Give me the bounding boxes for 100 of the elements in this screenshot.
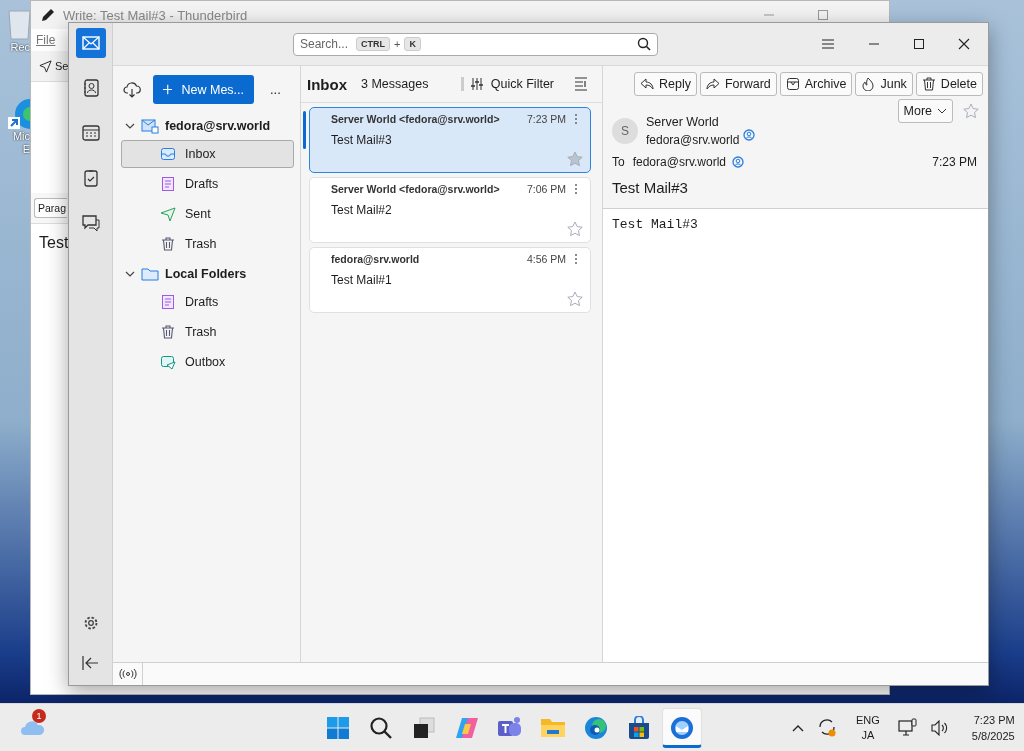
paper-plane-icon — [160, 206, 176, 222]
thunderbird-taskbar-button[interactable] — [662, 708, 702, 748]
chevron-up-icon[interactable] — [792, 723, 804, 732]
contact-icon[interactable] — [732, 156, 744, 168]
trash-icon — [921, 77, 936, 91]
junk-button[interactable]: Junk — [855, 72, 913, 96]
weather-cloud-icon[interactable] — [20, 718, 46, 736]
folder-item[interactable]: Inbox — [121, 140, 294, 168]
maximize-icon[interactable] — [913, 38, 925, 50]
star-icon[interactable] — [963, 103, 979, 119]
message-sender: fedora@srv.world — [331, 253, 420, 265]
input-language-indicator[interactable]: ENG JA — [856, 714, 880, 741]
search-icon — [369, 716, 393, 740]
paragraph-format-select[interactable]: Parag — [34, 198, 68, 218]
forward-button[interactable]: Forward — [699, 72, 777, 96]
message-body-text: Test — [38, 233, 70, 253]
reply-arrow-icon — [639, 77, 654, 91]
edge-shortcut-icon[interactable] — [8, 97, 30, 129]
send-button[interactable]: Se — [55, 60, 69, 72]
trash-icon — [160, 236, 176, 252]
message-body-text: Test Mail#3 — [612, 217, 698, 232]
message-sender: Server World <fedora@srv.world> — [331, 113, 500, 125]
flame-icon — [861, 77, 876, 91]
folder-icon — [540, 717, 566, 739]
close-icon[interactable] — [958, 38, 970, 50]
menu-item[interactable]: File — [31, 29, 61, 51]
star-icon[interactable] — [567, 291, 583, 307]
archive-button[interactable]: Archive — [779, 72, 853, 96]
sender-name: Server World — [646, 115, 720, 129]
copilot-icon — [454, 716, 480, 740]
new-message-button[interactable]: New Mes... — [153, 75, 254, 104]
clock[interactable]: 7:23 PM 5/8/2025 — [971, 713, 1015, 742]
shopping-bag-icon — [627, 716, 651, 740]
folder-item[interactable]: Drafts — [121, 288, 294, 316]
mail-space-button[interactable] — [75, 28, 106, 58]
search-field[interactable]: Search... CTRL + K — [293, 32, 658, 56]
message-subject: Test Mail#3 — [612, 179, 688, 196]
more-icon[interactable] — [574, 253, 578, 265]
message-subject: Test Mail#1 — [331, 273, 392, 287]
folder-item[interactable]: Trash — [121, 230, 294, 258]
account-name[interactable]: fedora@srv.world — [165, 119, 271, 133]
message-count: 3 Messages — [361, 77, 429, 91]
account-icon — [141, 118, 159, 134]
more-icon[interactable] — [574, 183, 578, 195]
message-date: 7:23 PM — [932, 155, 977, 169]
message-card[interactable]: Server World <fedora@srv.world> 7:06 PM Test Mail#2 — [309, 177, 591, 243]
browser-icon — [584, 716, 608, 740]
message-time: 4:56 PM — [526, 253, 566, 265]
folder-icon — [141, 266, 159, 282]
desktop-icon-label: Mic — [12, 130, 30, 142]
desktop-icon-label: E — [22, 143, 30, 155]
account-name[interactable]: Local Folders — [165, 267, 247, 281]
online-status-icon[interactable] — [118, 668, 137, 680]
star-icon[interactable] — [567, 151, 583, 167]
inbox-tray-icon — [160, 146, 176, 162]
sliders-icon — [469, 77, 484, 91]
search-icon[interactable] — [637, 37, 651, 51]
message-time: 7:23 PM — [526, 113, 566, 125]
chevron-icon[interactable] — [125, 121, 135, 131]
quick-filter-button[interactable]: Quick Filter — [460, 77, 560, 91]
task-view-icon — [412, 716, 436, 740]
volume-icon[interactable] — [929, 718, 950, 737]
contact-icon[interactable] — [743, 129, 756, 141]
chevron-icon[interactable] — [125, 269, 135, 279]
chat-icon — [80, 213, 101, 233]
folder-item[interactable]: Trash — [121, 318, 294, 346]
list-options-icon[interactable] — [574, 77, 588, 91]
sender-email: fedora@srv.world — [646, 133, 740, 147]
plus-icon — [163, 84, 173, 95]
more-button[interactable]: More — [897, 99, 953, 123]
more-options-button[interactable]: ... — [266, 82, 285, 97]
outbox-icon — [160, 354, 176, 370]
delete-button[interactable]: Delete — [915, 72, 983, 96]
reply-button[interactable]: Reply — [633, 72, 697, 96]
message-subject: Test Mail#3 — [331, 133, 392, 147]
sync-icon[interactable] — [816, 717, 838, 738]
folder-item[interactable]: Drafts — [121, 170, 294, 198]
avatar: S — [612, 118, 638, 144]
folder-title: Inbox — [307, 75, 347, 93]
message-card[interactable]: fedora@srv.world 4:56 PM Test Mail#1 — [309, 247, 591, 313]
message-card[interactable]: Server World <fedora@srv.world> 7:23 PM Test Mail#3 — [309, 107, 591, 173]
more-icon[interactable] — [574, 113, 578, 125]
folder-item[interactable]: Outbox — [121, 348, 294, 376]
to-label: To — [612, 155, 625, 169]
collapse-icon[interactable] — [81, 655, 100, 671]
network-icon[interactable] — [897, 717, 918, 738]
star-icon[interactable] — [567, 221, 583, 237]
recipient-email: fedora@srv.world — [632, 155, 726, 169]
windows-logo-icon — [326, 716, 350, 740]
get-messages-icon[interactable] — [123, 80, 141, 99]
desktop-icon-label: Rec — [10, 41, 30, 53]
calendar-icon — [80, 123, 101, 143]
trash-icon — [160, 324, 176, 340]
folder-item[interactable]: Sent — [121, 200, 294, 228]
forward-arrow-icon — [705, 77, 720, 91]
menu-icon[interactable] — [821, 38, 835, 50]
archive-box-icon — [785, 77, 800, 91]
envelope-icon — [80, 33, 101, 53]
window-title: Write: Test Mail#3 - Thunderbird — [63, 7, 248, 23]
send-icon[interactable] — [39, 59, 52, 73]
